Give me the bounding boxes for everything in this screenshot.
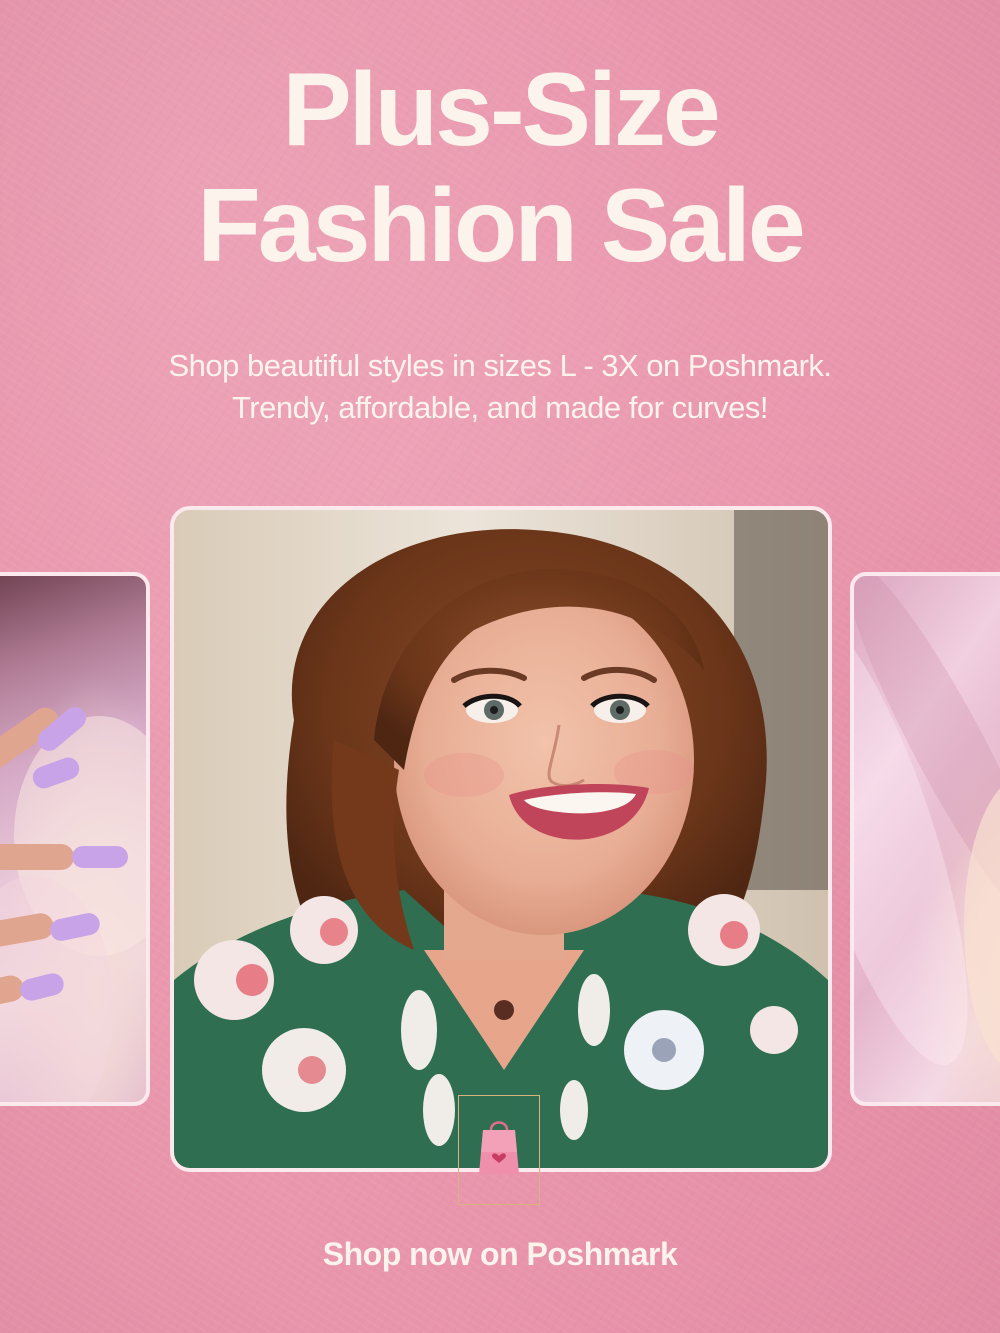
subtitle-line-1: Shop beautiful styles in sizes L - 3X on… bbox=[168, 348, 832, 383]
main-photo-card[interactable] bbox=[170, 506, 832, 1172]
finger bbox=[0, 844, 74, 870]
bag-icon-frame bbox=[458, 1095, 540, 1205]
headline: Plus-Size Fashion Sale bbox=[0, 52, 1000, 284]
shop-now-link[interactable]: Shop now on Poshmark bbox=[0, 1236, 1000, 1273]
portrait-illustration bbox=[174, 510, 828, 1168]
shopping-bag-icon bbox=[479, 1121, 519, 1174]
pendant bbox=[494, 1000, 514, 1020]
headline-line-1: Plus-Size bbox=[282, 52, 720, 168]
carousel-card-right[interactable] bbox=[850, 572, 1000, 1106]
subtitle: Shop beautiful styles in sizes L - 3X on… bbox=[0, 345, 1000, 429]
nail bbox=[72, 846, 128, 868]
subtitle-line-2: Trendy, affordable, and made for curves! bbox=[231, 390, 769, 425]
headline-line-2: Fashion Sale bbox=[197, 168, 806, 284]
carousel-card-left[interactable] bbox=[0, 572, 150, 1106]
